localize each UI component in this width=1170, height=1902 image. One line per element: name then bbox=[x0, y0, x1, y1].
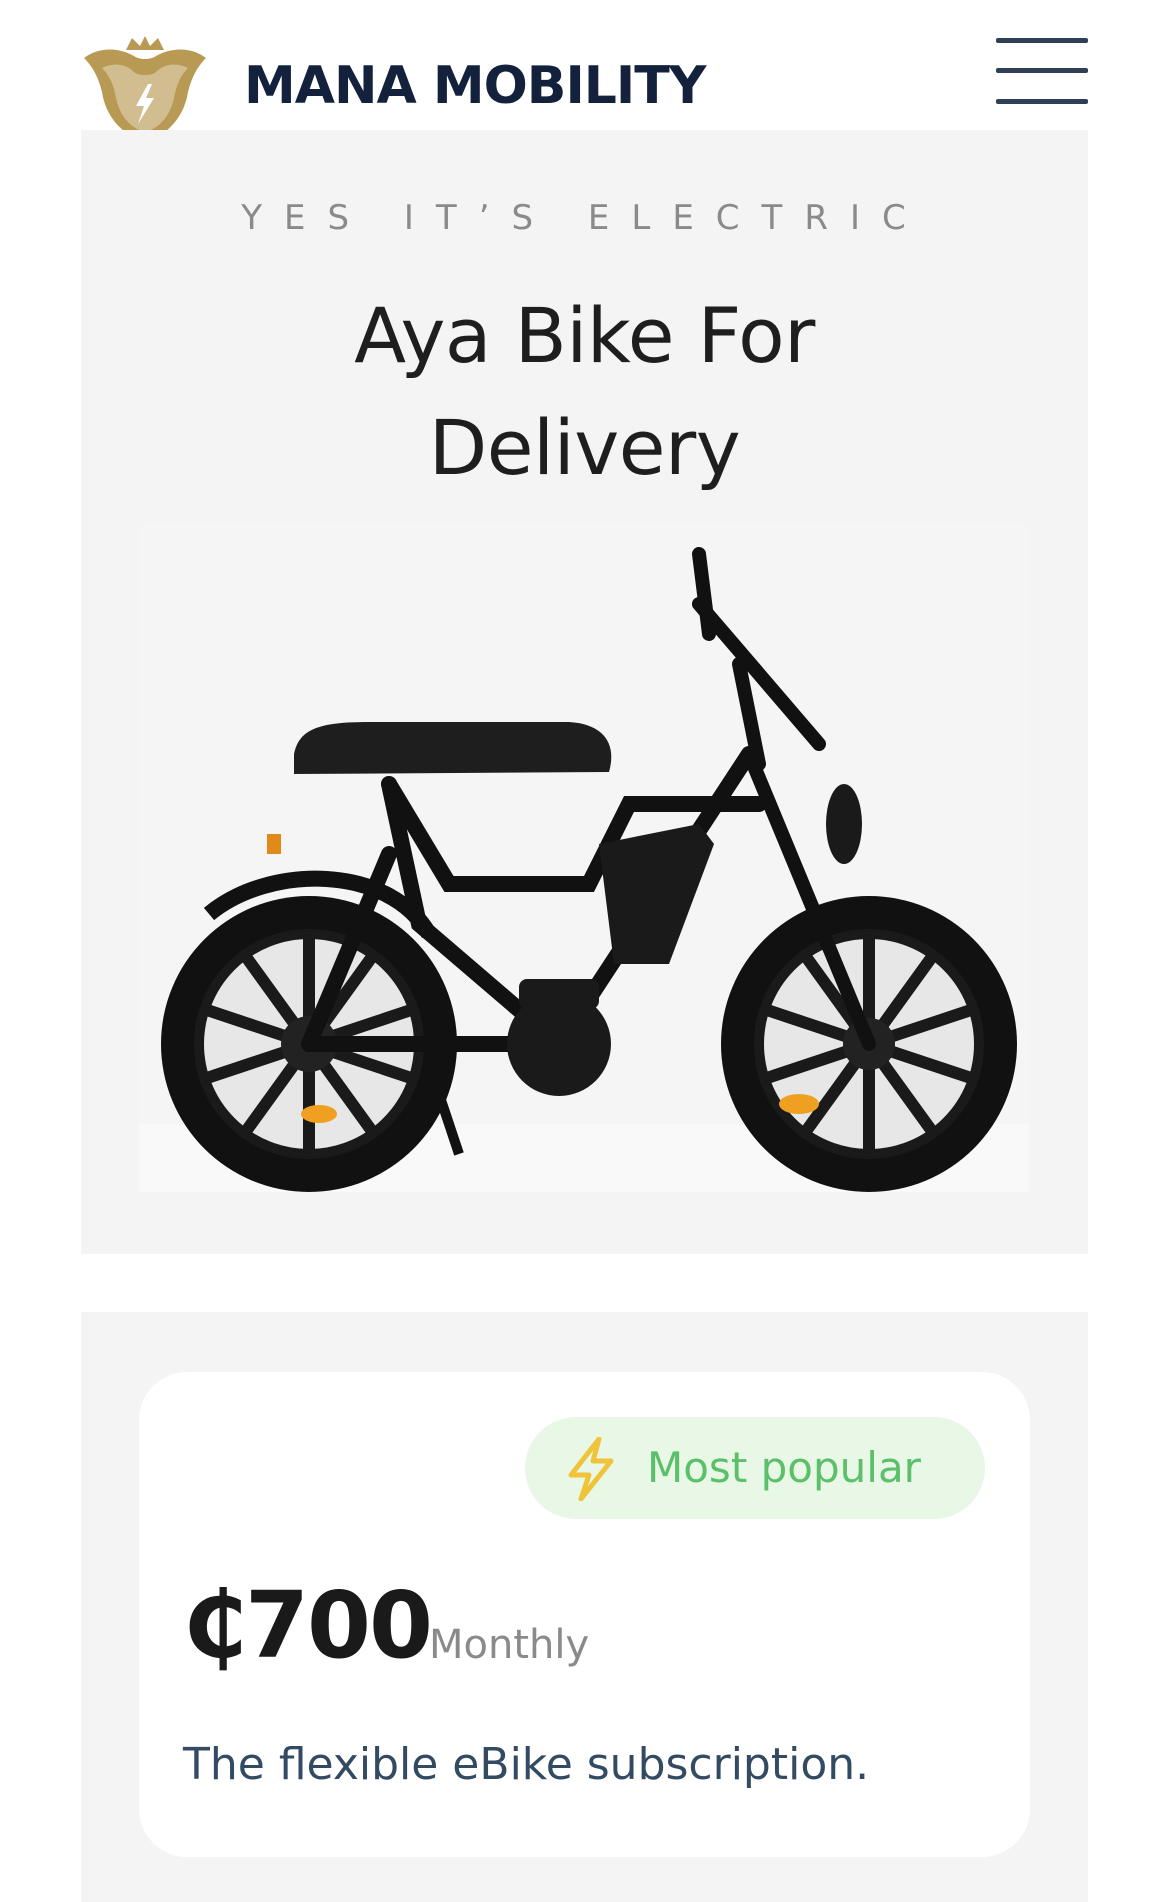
pricing-section: Most popular ₵700 Monthly The flexible e… bbox=[81, 1312, 1088, 1902]
hero-section: YES IT’S ELECTRIC Aya Bike For Delivery bbox=[81, 130, 1088, 1254]
hamburger-menu-icon[interactable] bbox=[996, 38, 1088, 104]
badge-label: Most popular bbox=[647, 1443, 921, 1492]
brand-name[interactable]: MANA MOBILITY bbox=[244, 56, 706, 116]
crown-shield-logo-icon[interactable] bbox=[80, 36, 210, 144]
pricing-card[interactable]: Most popular ₵700 Monthly The flexible e… bbox=[139, 1372, 1030, 1857]
hero-eyebrow: YES IT’S ELECTRIC bbox=[241, 198, 928, 238]
lightning-bolt-icon bbox=[568, 1437, 614, 1501]
menu-line bbox=[996, 99, 1088, 104]
site-header: MANA MOBILITY bbox=[0, 0, 1170, 142]
page-title: Aya Bike For Delivery bbox=[354, 291, 815, 492]
menu-line bbox=[996, 68, 1088, 73]
plan-description: The flexible eBike subscription. bbox=[183, 1739, 870, 1790]
menu-line bbox=[996, 38, 1088, 43]
price-period: Monthly bbox=[429, 1622, 590, 1668]
ebike-product-image bbox=[139, 524, 1029, 1192]
most-popular-badge: Most popular bbox=[525, 1417, 985, 1519]
price-amount: ₵700 bbox=[183, 1572, 433, 1679]
